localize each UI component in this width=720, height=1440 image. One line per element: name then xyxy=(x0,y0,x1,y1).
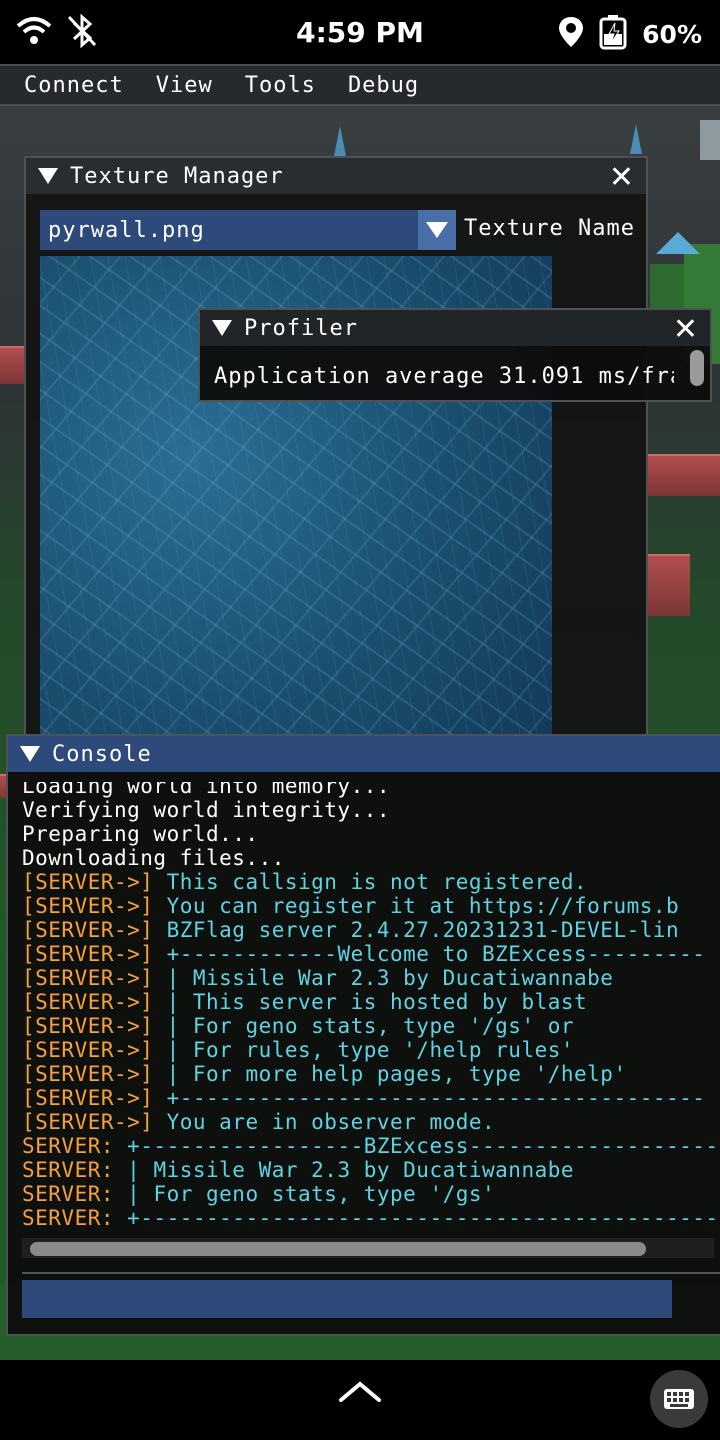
collapse-triangle-icon[interactable] xyxy=(38,168,58,184)
menu-debug[interactable]: Debug xyxy=(348,73,419,98)
log-line: [SERVER->] | This server is hosted by bl… xyxy=(22,990,588,1014)
log-line: SERVER: | Missile War 2.3 by Ducatiwanna… xyxy=(22,1158,575,1182)
keyboard-icon[interactable] xyxy=(650,1370,708,1428)
navigation-bar xyxy=(0,1360,720,1440)
texture-select[interactable]: pyrwall.png xyxy=(40,210,456,250)
log-line: [SERVER->] | Missile War 2.3 by Ducatiwa… xyxy=(22,966,614,990)
log-line: SERVER: | For geno stats, type '/gs' xyxy=(22,1182,496,1206)
horizontal-scrollbar[interactable] xyxy=(22,1238,714,1258)
dropdown-arrow-icon[interactable] xyxy=(418,210,456,250)
log-line: [SERVER->] This callsign is not register… xyxy=(22,870,588,894)
profiler-titlebar[interactable]: Profiler xyxy=(200,310,710,346)
window-title: Texture Manager xyxy=(70,163,284,189)
scene-wall xyxy=(648,554,690,616)
menu-connect[interactable]: Connect xyxy=(24,73,124,98)
scene-pyramid xyxy=(630,124,642,154)
location-icon xyxy=(558,16,584,52)
scrollbar[interactable] xyxy=(690,350,704,386)
log-line: [SERVER->] | For more help pages, type '… xyxy=(22,1062,627,1086)
window-title: Console xyxy=(52,741,152,767)
battery-percent: 60% xyxy=(642,19,702,49)
log-line: SERVER: +-------------------------------… xyxy=(22,1206,720,1230)
battery-charging-icon xyxy=(598,14,628,54)
log-line: [SERVER->] +------------Welcome to BZExc… xyxy=(22,942,706,966)
status-bar: 4:59 PM 60% xyxy=(0,0,720,64)
scrollbar-thumb[interactable] xyxy=(30,1242,646,1256)
scene-wall xyxy=(0,346,26,384)
menu-view[interactable]: View xyxy=(156,73,213,98)
log-line: [SERVER->] BZFlag server 2.4.27.20231231… xyxy=(22,918,680,942)
scene-pyramid xyxy=(656,232,700,254)
texture-select-value: pyrwall.png xyxy=(48,217,205,243)
menu-bar: Connect View Tools Debug xyxy=(0,64,720,106)
scene-wall xyxy=(648,454,720,496)
log-line: SERVER: +-----------------BZExcess------… xyxy=(22,1134,720,1158)
log-line: [SERVER->] +----------------------------… xyxy=(22,1086,706,1110)
log-line: Preparing world... xyxy=(22,822,259,846)
scene-pyramid xyxy=(334,126,346,156)
divider xyxy=(22,1272,720,1274)
log-line: [SERVER->] | For rules, type '/help rule… xyxy=(22,1038,575,1062)
scene-block xyxy=(700,120,720,160)
console-input[interactable] xyxy=(22,1280,672,1318)
console-log[interactable]: Loading world into memory... Verifying w… xyxy=(22,782,720,1238)
console-titlebar[interactable]: Console xyxy=(8,736,720,772)
log-line: Loading world into memory... xyxy=(22,782,391,798)
texture-manager-titlebar[interactable]: Texture Manager xyxy=(26,158,646,194)
console-window[interactable]: Console Loading world into memory... Ver… xyxy=(6,734,720,1336)
window-title: Profiler xyxy=(244,315,358,341)
close-icon[interactable]: ✕ xyxy=(609,160,634,195)
collapse-triangle-icon[interactable] xyxy=(212,320,232,336)
menu-tools[interactable]: Tools xyxy=(245,73,316,98)
log-line: [SERVER->] You can register it at https:… xyxy=(22,894,680,918)
close-icon[interactable]: ✕ xyxy=(673,312,698,347)
profiler-window[interactable]: Profiler ✕ Application average 31.091 ms… xyxy=(198,308,712,402)
collapse-triangle-icon[interactable] xyxy=(20,746,40,762)
log-line: [SERVER->] You are in observer mode. xyxy=(22,1110,496,1134)
log-line: Downloading files... xyxy=(22,846,285,870)
texture-name-label: Texture Name xyxy=(464,216,635,241)
log-line: Verifying world integrity... xyxy=(22,798,391,822)
chevron-up-icon[interactable] xyxy=(338,1380,382,1408)
texture-manager-window[interactable]: Texture Manager ✕ pyrwall.png Texture Na… xyxy=(24,156,648,760)
profiler-average: Application average 31.091 ms/fra xyxy=(214,364,674,389)
log-line: [SERVER->] | For geno stats, type '/gs' … xyxy=(22,1014,575,1038)
